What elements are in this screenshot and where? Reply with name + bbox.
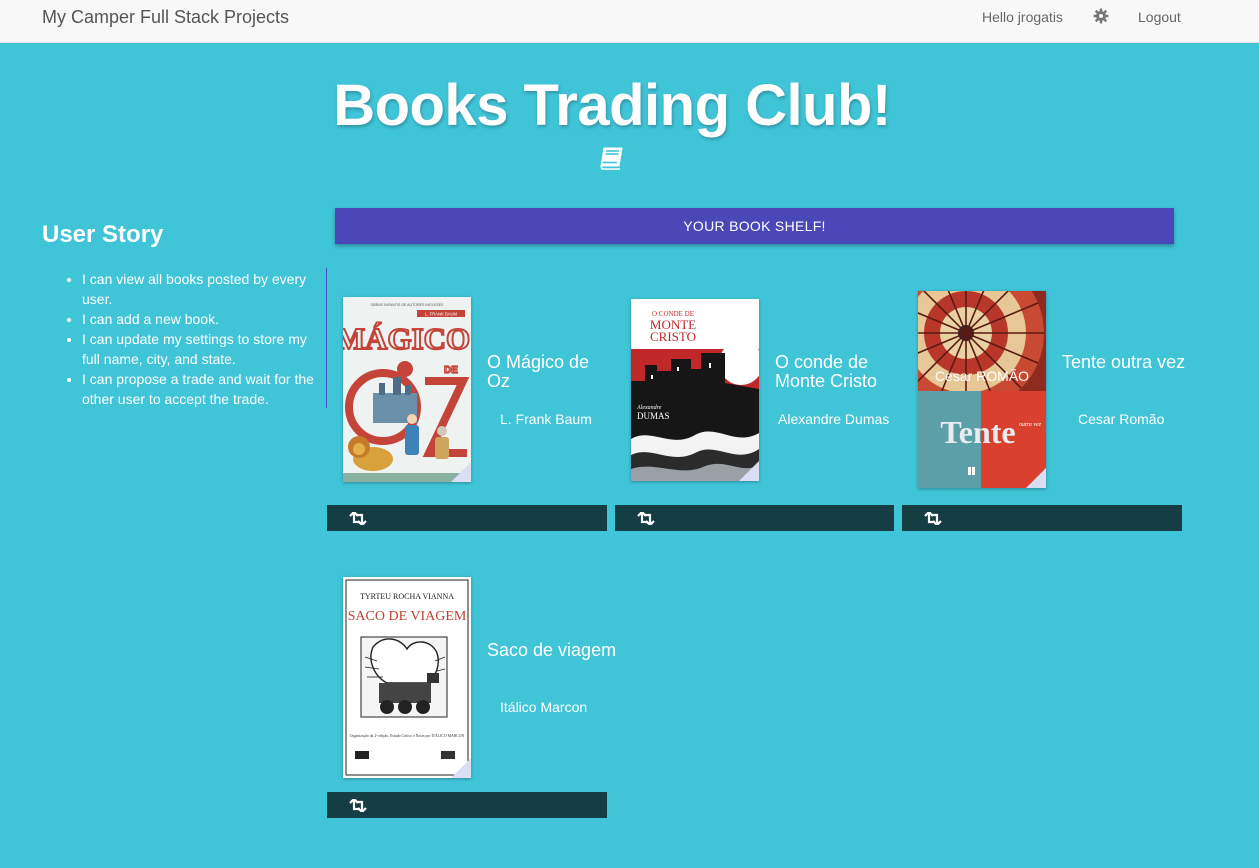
- page-curl-icon: [739, 461, 759, 481]
- gear-icon[interactable]: [1093, 8, 1109, 24]
- page-title: Books Trading Club!: [333, 73, 891, 138]
- user-story-item: I can add a new book.: [82, 309, 318, 329]
- book-cover-image[interactable]: Cesar ROMÃO Motivação para Transformação…: [918, 291, 1046, 488]
- svg-text:DUMAS: DUMAS: [637, 411, 670, 421]
- vertical-divider: [326, 268, 327, 408]
- svg-text:outra vez: outra vez: [1019, 422, 1042, 428]
- page-curl-icon: [1026, 468, 1046, 488]
- propose-trade-button[interactable]: [327, 792, 607, 818]
- propose-trade-button[interactable]: [615, 505, 894, 531]
- book-cover-image[interactable]: O CONDE DE MONTE CRISTO Alexandre DUMAS: [631, 299, 759, 481]
- navbar-brand[interactable]: My Camper Full Stack Projects: [42, 7, 289, 28]
- book-author: Alexandre Dumas: [778, 411, 890, 427]
- user-story-title: User Story: [42, 221, 164, 248]
- navbar: My Camper Full Stack Projects Hello jrog…: [0, 0, 1259, 43]
- retweet-icon: [349, 799, 367, 812]
- book-author: L. Frank Baum: [500, 411, 592, 427]
- book-cover-image[interactable]: OBRAS INFANTIS DE AUTORES INGLESES L. FR…: [343, 297, 471, 482]
- book-cover-image[interactable]: TYRTEU ROCHA VIANNA SACO DE VIAGEM Organ…: [343, 577, 471, 778]
- user-story-item: I can view all books posted by every use…: [82, 269, 318, 309]
- propose-trade-button[interactable]: [902, 505, 1182, 531]
- svg-text:CRISTO: CRISTO: [650, 329, 696, 344]
- svg-text:L. FRANK BAUM: L. FRANK BAUM: [425, 312, 458, 317]
- retweet-icon: [637, 512, 655, 525]
- svg-text:Tente: Tente: [940, 414, 1015, 450]
- svg-text:MÁGICO: MÁGICO: [343, 321, 470, 356]
- book-title: Tente outra vez: [1062, 352, 1186, 372]
- user-story-list: I can view all books posted by every use…: [66, 269, 318, 409]
- page-curl-icon: [451, 462, 471, 482]
- user-story-item: I can update my settings to store my ful…: [82, 329, 318, 369]
- propose-trade-button[interactable]: [327, 505, 607, 531]
- book-title: O conde de Monte Cristo: [775, 352, 878, 391]
- book-icon: [598, 143, 626, 171]
- retweet-icon: [349, 512, 367, 525]
- page-curl-icon: [451, 758, 471, 778]
- logout-link[interactable]: Logout: [1138, 9, 1181, 25]
- svg-text:SACO DE VIAGEM: SACO DE VIAGEM: [348, 609, 467, 624]
- retweet-icon: [924, 512, 942, 525]
- book-author: Itálico Marcon: [500, 699, 588, 715]
- book-author: Cesar Romão: [1078, 411, 1165, 427]
- svg-text:Cesar ROMÃO: Cesar ROMÃO: [935, 368, 1029, 384]
- svg-text:DE: DE: [444, 365, 458, 376]
- svg-text:OBRAS INFANTIS DE AUTORES INGL: OBRAS INFANTIS DE AUTORES INGLESES: [371, 303, 444, 307]
- user-story-item: I can propose a trade and wait for the o…: [82, 369, 318, 409]
- user-greeting-link[interactable]: Hello jrogatis: [982, 9, 1063, 25]
- svg-text:TYRTEU ROCHA VIANNA: TYRTEU ROCHA VIANNA: [360, 592, 454, 601]
- book-title: Saco de viagem: [487, 640, 617, 660]
- your-book-shelf-button[interactable]: YOUR BOOK SHELF!: [335, 208, 1174, 244]
- book-title: O Mágico de Oz: [487, 352, 590, 391]
